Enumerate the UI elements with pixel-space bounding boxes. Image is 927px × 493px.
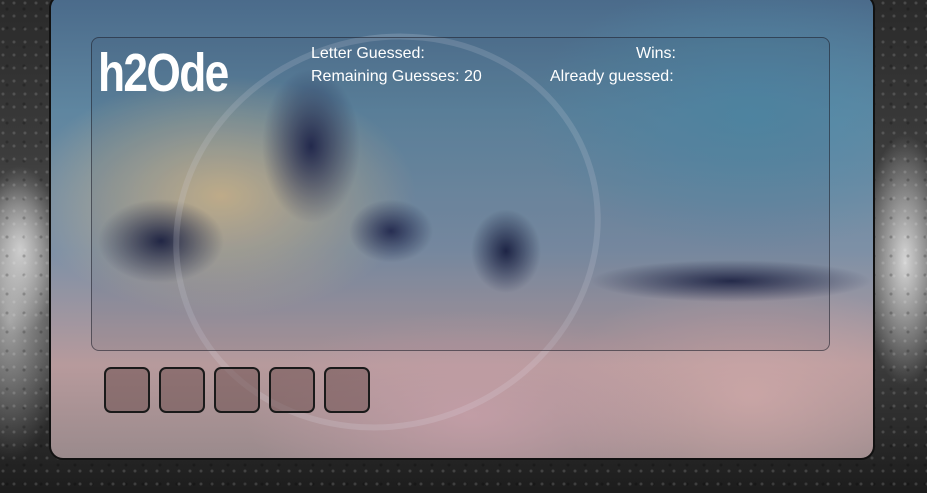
- already-guessed-label: Already guessed:: [550, 68, 674, 85]
- remaining-guesses-label: Remaining Guesses:: [311, 68, 460, 85]
- letter-guessed-label: Letter Guessed:: [311, 45, 425, 62]
- remaining-guesses-stat: Remaining Guesses: 20: [311, 67, 482, 87]
- letter-guessed-stat: Letter Guessed:: [311, 44, 425, 64]
- remaining-guesses-value: 20: [463, 68, 482, 85]
- letter-slot: [159, 367, 205, 413]
- letter-slot: [104, 367, 150, 413]
- wins-label: Wins:: [636, 45, 676, 62]
- letter-slot: [324, 367, 370, 413]
- letter-slot: [269, 367, 315, 413]
- letter-slot: [214, 367, 260, 413]
- already-guessed-stat: Already guessed:: [550, 67, 674, 87]
- word-slots: [104, 367, 370, 413]
- wins-stat: Wins:: [636, 44, 676, 64]
- game-title: h2Ode: [98, 43, 229, 103]
